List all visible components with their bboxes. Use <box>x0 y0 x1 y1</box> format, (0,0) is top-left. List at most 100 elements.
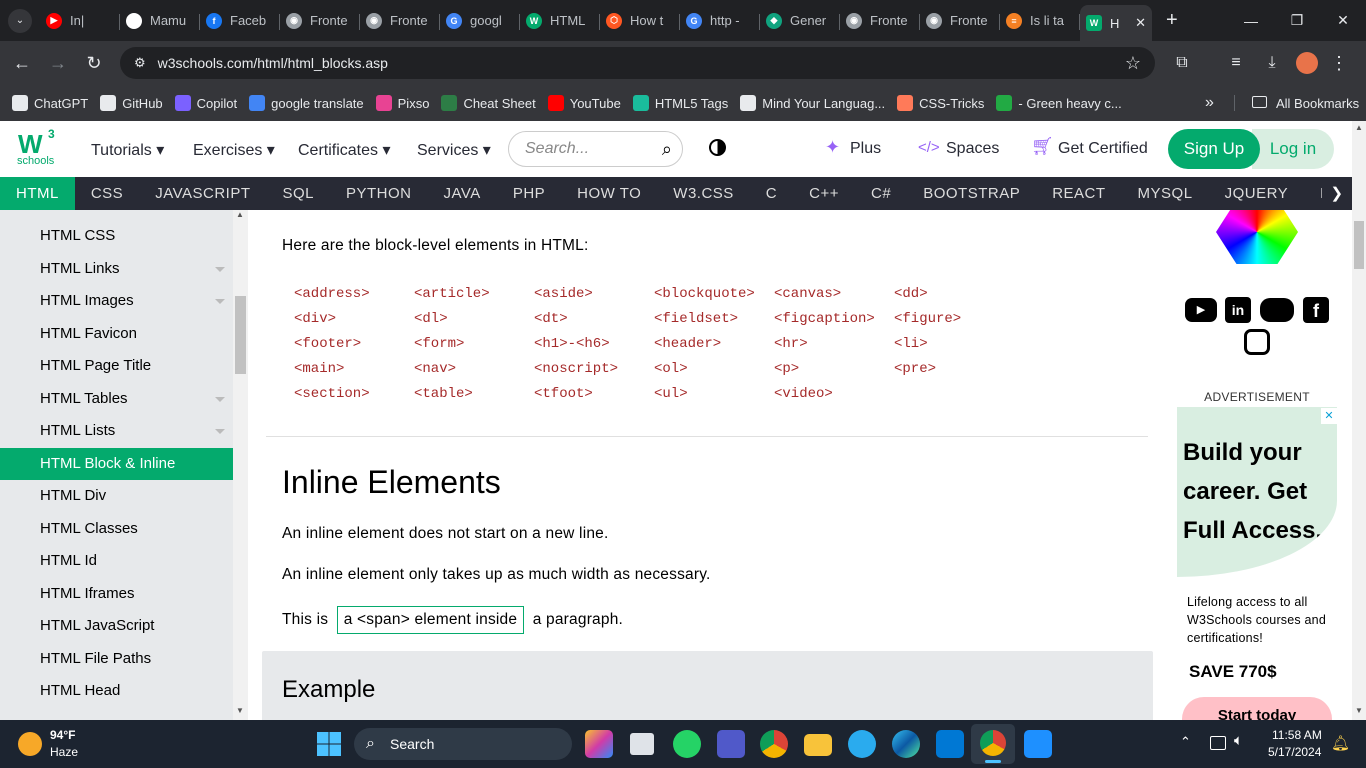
search-icon[interactable]: ⌕ <box>662 132 672 166</box>
expand-caret-icon[interactable] <box>215 299 225 304</box>
reload-icon[interactable]: ↻ <box>77 46 111 80</box>
login-button[interactable]: Log in <box>1252 129 1334 169</box>
restore-icon[interactable]: ❐ <box>1274 0 1320 41</box>
w3schools-logo[interactable]: W 3 schools <box>16 127 62 169</box>
weather-temp[interactable]: 94°F <box>50 728 75 742</box>
browser-tab[interactable]: ● Mamu <box>120 5 200 37</box>
bookmark-item[interactable]: - Green heavy c... <box>996 95 1122 111</box>
discord-icon[interactable] <box>1260 298 1294 322</box>
sidebar-item[interactable]: HTML Tables <box>0 383 233 416</box>
scroll-up-icon[interactable]: ▲ <box>1355 123 1363 132</box>
teams-icon[interactable] <box>717 730 745 758</box>
sidebar-item[interactable]: HTML Links <box>0 253 233 286</box>
browser-tab[interactable]: ◉ Fronte <box>280 5 360 37</box>
photos-icon[interactable] <box>1024 730 1052 758</box>
topic-python[interactable]: PYTHON <box>330 177 428 210</box>
back-icon[interactable]: ← <box>5 46 39 80</box>
instagram-icon[interactable] <box>1244 329 1270 355</box>
bookmark-star-icon[interactable]: ☆ <box>1125 53 1141 74</box>
close-tab-icon[interactable]: ✕ <box>1135 15 1146 31</box>
bookmark-item[interactable]: ChatGPT <box>12 95 88 111</box>
nav-plus[interactable]: Plus <box>850 140 881 158</box>
browser-tab[interactable]: ⬡ How t <box>600 5 680 37</box>
edge-icon[interactable] <box>892 730 920 758</box>
extensions-icon[interactable]: ⧉ <box>1165 46 1199 80</box>
bookmark-item[interactable]: HTML5 Tags <box>632 95 728 111</box>
ad-banner[interactable]: Build your career. Get Full Access. <box>1177 407 1337 577</box>
chrome-icon[interactable] <box>760 730 788 758</box>
menu-icon[interactable]: ⋮ <box>1322 46 1356 80</box>
close-window-icon[interactable]: ✕ <box>1320 0 1366 41</box>
sidebar-item[interactable]: HTML Block & Inline <box>0 447 233 480</box>
nav-exercises[interactable]: Exercises ▾ <box>193 140 275 160</box>
bookmark-item[interactable]: Copilot <box>174 95 237 111</box>
volume-icon[interactable]: 🔈︎ <box>1234 732 1243 749</box>
sidebar-item[interactable]: HTML File Paths <box>0 643 233 676</box>
topic-mysql[interactable]: MYSQL <box>1122 177 1209 210</box>
browser-tab[interactable]: Ghttp - <box>680 5 760 37</box>
page-scroll-thumb[interactable] <box>1354 221 1364 269</box>
profile-avatar[interactable] <box>1290 46 1324 80</box>
topic-next-icon[interactable]: ❯ <box>1322 177 1352 210</box>
clock-date[interactable]: 5/17/2024 <box>1268 745 1321 759</box>
browser-tab[interactable]: Ggoogl <box>440 5 520 37</box>
start-icon[interactable] <box>317 732 341 756</box>
browser-tab[interactable]: W HTML <box>520 5 600 37</box>
youtube-icon[interactable]: ▶ <box>1185 298 1217 322</box>
site-info-icon[interactable]: ⚙ <box>134 55 146 71</box>
browser-tab[interactable]: ◆ Gener <box>760 5 840 37</box>
tray-chevron-icon[interactable]: ⌃ <box>1180 734 1191 750</box>
sidebar-item[interactable]: HTML Favicon <box>0 318 233 351</box>
topic-html[interactable]: HTML <box>0 177 75 210</box>
sidebar-item[interactable]: HTML Head <box>0 675 233 708</box>
all-bookmarks[interactable]: All Bookmarks <box>1276 96 1359 111</box>
sidebar-scroll-up-icon[interactable]: ▲ <box>236 210 244 219</box>
notification-bell-icon[interactable]: 🔔︎ <box>1331 734 1350 752</box>
sidebar-item[interactable]: HTML Id <box>0 545 233 578</box>
browser-tab[interactable]: ▶ In| <box>40 5 120 37</box>
browser-tab[interactable]: ◉ Fronte <box>360 5 440 37</box>
sidebar-item[interactable]: HTML JavaScript <box>0 610 233 643</box>
telegram-icon[interactable] <box>848 730 876 758</box>
file-explorer-icon[interactable] <box>804 734 832 756</box>
nav-tutorials[interactable]: Tutorials ▾ <box>91 140 164 160</box>
sidebar-item[interactable]: HTML Page Title <box>0 350 233 383</box>
ad-close-icon[interactable]: ✕ <box>1321 408 1337 424</box>
expand-caret-icon[interactable] <box>215 396 225 402</box>
nav-services[interactable]: Services ▾ <box>417 140 491 160</box>
bookmark-item[interactable]: google translate <box>249 95 364 111</box>
topic-w3-css[interactable]: W3.CSS <box>657 177 750 210</box>
browser-tab[interactable]: f Faceb <box>200 5 280 37</box>
topic-sql[interactable]: SQL <box>266 177 330 210</box>
task-view-icon[interactable] <box>630 733 654 755</box>
topic-javascript[interactable]: JAVASCRIPT <box>139 177 266 210</box>
taskbar-search[interactable]: ⌕ Search <box>354 728 572 760</box>
browser-tab[interactable]: ≡ Is li ta <box>1000 5 1080 37</box>
theme-toggle-icon[interactable] <box>709 139 726 156</box>
topic-how-to[interactable]: HOW TO <box>561 177 657 210</box>
media-icon[interactable]: ≡ <box>1219 46 1253 80</box>
topic-c-[interactable]: C++ <box>793 177 855 210</box>
address-bar[interactable]: ⚙ w3schools.com/html/html_blocks.asp ☆ <box>120 47 1155 79</box>
topic-react[interactable]: REACT <box>1036 177 1121 210</box>
sidebar-item[interactable]: HTML Lists <box>0 415 233 448</box>
minimize-icon[interactable]: — <box>1228 0 1274 41</box>
sidebar-scroll-thumb[interactable] <box>235 296 246 374</box>
ad-cta-button[interactable]: Start today <box>1182 697 1332 720</box>
topic-c-[interactable]: C# <box>855 177 907 210</box>
bookmark-item[interactable]: Cheat Sheet <box>441 95 536 111</box>
clock-time[interactable]: 11:58 AM <box>1272 728 1322 742</box>
sidebar-scroll-down-icon[interactable]: ▼ <box>236 706 244 715</box>
tab-search-icon[interactable]: ⌄ <box>8 8 32 33</box>
topic-c[interactable]: C <box>750 177 793 210</box>
forward-icon[interactable]: → <box>41 46 75 80</box>
linkedin-icon[interactable]: in <box>1225 297 1251 323</box>
page-scrollbar[interactable]: ▲ ▼ <box>1352 121 1366 720</box>
weather-desc[interactable]: Haze <box>50 745 78 759</box>
scroll-down-icon[interactable]: ▼ <box>1355 706 1363 715</box>
copilot-icon[interactable] <box>585 730 613 758</box>
facebook-icon[interactable]: f <box>1303 297 1329 323</box>
sidebar-item[interactable]: HTML CSS <box>0 220 233 253</box>
topic-bootstrap[interactable]: BOOTSTRAP <box>907 177 1036 210</box>
sidebar-item[interactable]: HTML Images <box>0 285 233 318</box>
